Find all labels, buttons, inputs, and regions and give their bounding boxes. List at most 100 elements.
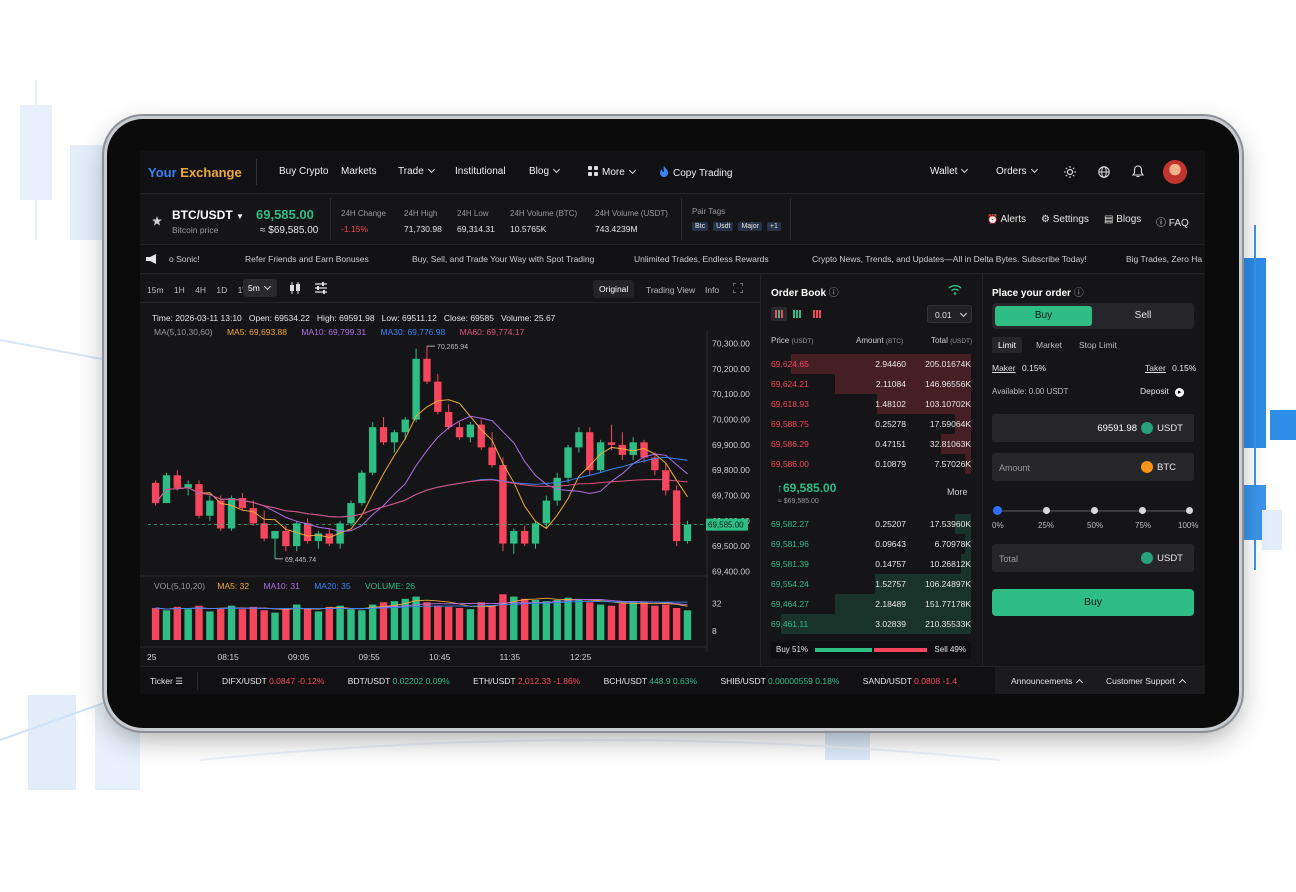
sell-tab[interactable]: Sell bbox=[1095, 306, 1191, 326]
volume-bar bbox=[151, 608, 160, 640]
tag[interactable]: Usdt bbox=[713, 222, 734, 231]
ticker-pair[interactable]: SHIB/USDT 0.00000559 0.18% bbox=[720, 676, 839, 686]
customer-support-link[interactable]: Customer Support bbox=[1106, 676, 1187, 687]
volume-bar bbox=[618, 603, 627, 640]
nav-buy-crypto[interactable]: Buy Crypto bbox=[279, 166, 328, 177]
mid-price-sub: ≈ $69,585.00 bbox=[778, 498, 819, 505]
sun-icon[interactable] bbox=[1064, 166, 1076, 178]
candle bbox=[586, 432, 594, 471]
price-input[interactable]: 69591.98 USDT bbox=[992, 414, 1194, 442]
submit-buy-button[interactable]: Buy bbox=[992, 589, 1194, 616]
settings-button[interactable]: ⚙ Settings bbox=[1041, 214, 1089, 225]
footer-links: Announcements Customer Support bbox=[995, 667, 1205, 694]
nav-trade[interactable]: Trade bbox=[398, 165, 435, 177]
asks-only-icon[interactable] bbox=[811, 307, 825, 321]
nav-more[interactable]: More bbox=[588, 166, 636, 178]
ticker-pair[interactable]: SAND/USDT 0.0808 -1.4 bbox=[863, 676, 957, 686]
nav-institutional[interactable]: Institutional bbox=[455, 166, 506, 177]
slider-mark[interactable] bbox=[1186, 507, 1193, 514]
volume-bar bbox=[586, 602, 594, 640]
ticker-toggle[interactable]: Ticker ☰ bbox=[150, 676, 183, 687]
bid-row[interactable]: 69,581.39 0.14757 10.26812K bbox=[771, 554, 981, 574]
nav-copy-trading[interactable]: Copy Trading bbox=[659, 166, 732, 179]
ask-row[interactable]: 69,624.21 2.11084 146.96556K bbox=[771, 374, 981, 394]
view-both-button[interactable] bbox=[771, 307, 787, 321]
total-unit: USDT bbox=[1141, 552, 1183, 564]
nav-orders[interactable]: Orders bbox=[996, 165, 1038, 177]
slider-mark[interactable] bbox=[1043, 507, 1050, 514]
candlestick-chart[interactable]: 70,300.00 70,200.00 70,100.00 70,000.00 69,9… bbox=[140, 274, 760, 666]
ticker-price: 0.02202 bbox=[392, 676, 424, 686]
ticker-pair[interactable]: BDT/USDT 0.02202 0.09% bbox=[348, 676, 450, 686]
ticker-item[interactable]: Big Trades, Zero Ha bbox=[1126, 254, 1202, 264]
tag-more[interactable]: +1 bbox=[766, 222, 781, 231]
bid-row[interactable]: 69,554.24 1.52757 106.24897K bbox=[771, 574, 981, 594]
avatar[interactable] bbox=[1163, 160, 1187, 184]
bids-only-icon[interactable] bbox=[791, 307, 805, 321]
ticker-pair[interactable]: ETH/USDT 2,012.33 -1.86% bbox=[473, 676, 580, 686]
candle bbox=[520, 530, 529, 544]
order-book-title-text: Order Book bbox=[771, 288, 827, 299]
ask-row[interactable]: 69,588.75 0.25278 17.59064K bbox=[771, 414, 981, 434]
row-price: 69,581.96 bbox=[771, 539, 809, 549]
ask-row[interactable]: 69,586.00 0.10879 7.57026K bbox=[771, 454, 981, 474]
candle bbox=[227, 498, 236, 529]
ticker-pair[interactable]: BCH/USDT 448.9 0.63% bbox=[604, 676, 697, 686]
brand-logo[interactable]: Your Exchange bbox=[148, 165, 242, 180]
nav-markets[interactable]: Markets bbox=[341, 166, 377, 177]
volume-bar bbox=[607, 605, 616, 640]
tag[interactable]: Btc bbox=[692, 222, 709, 231]
faq-button[interactable]: ⓘ FAQ bbox=[1156, 214, 1189, 229]
row-amount: 2.18489 bbox=[875, 599, 906, 609]
total-input[interactable]: Total USDT bbox=[992, 544, 1194, 572]
megaphone-icon bbox=[146, 254, 156, 264]
type-limit[interactable]: Limit bbox=[992, 337, 1022, 353]
blogs-button[interactable]: ▤ Blogs bbox=[1104, 214, 1141, 225]
ticker-pair[interactable]: DIFX/USDT 0.0847 -0.12% bbox=[222, 676, 324, 686]
alerts-label: Alerts bbox=[1000, 214, 1027, 225]
volume-bar bbox=[368, 604, 377, 640]
star-icon[interactable] bbox=[152, 216, 162, 226]
nav-blog[interactable]: Blog bbox=[529, 165, 561, 177]
bell-icon[interactable] bbox=[1132, 165, 1144, 178]
ticker-pair-name: SAND/USDT bbox=[862, 676, 912, 686]
ask-row[interactable]: 69,624.65 2.94460 205.01674K bbox=[771, 354, 981, 374]
deposit-button[interactable]: Deposit ▸ bbox=[1140, 386, 1185, 397]
candle bbox=[444, 411, 453, 428]
candle bbox=[488, 447, 496, 466]
alerts-button[interactable]: ⏰ Alerts bbox=[987, 214, 1026, 225]
ask-row[interactable]: 69,586.29 0.47151 32.81063K bbox=[771, 434, 981, 454]
slider-mark[interactable] bbox=[1139, 507, 1146, 514]
deposit-label: Deposit bbox=[1140, 386, 1169, 396]
bid-row[interactable]: 69,581.96 0.09643 6.70978K bbox=[771, 534, 981, 554]
ticker-item[interactable]: Refer Friends and Earn Bonuses bbox=[245, 254, 369, 264]
row-total: 146.96556K bbox=[925, 379, 971, 389]
more-button[interactable]: More bbox=[947, 487, 968, 497]
ticker-item[interactable]: Unlimited Trades, Endless Rewards bbox=[634, 254, 769, 264]
play-icon: ▸ bbox=[1175, 388, 1185, 397]
pair-selector[interactable]: BTC/USDT ▼ bbox=[172, 208, 244, 222]
ask-row[interactable]: 69,618.93 1.48102 103.10702K bbox=[771, 394, 981, 414]
precision-dropdown[interactable]: 0.01 bbox=[927, 305, 972, 323]
bid-row[interactable]: 69,461.11 3.02839 210.35533K bbox=[771, 614, 981, 634]
nav-wallet[interactable]: Wallet bbox=[930, 165, 969, 177]
row-amount: 0.25278 bbox=[875, 419, 906, 429]
bid-row[interactable]: 69,464.27 2.18489 151.77178K bbox=[771, 594, 981, 614]
row-price: 69,586.29 bbox=[771, 439, 809, 449]
type-market[interactable]: Market bbox=[1036, 340, 1062, 350]
slider-handle[interactable] bbox=[993, 506, 1002, 515]
ticker-item[interactable]: Buy, Sell, and Trade Your Way with Spot … bbox=[412, 254, 594, 264]
type-stop-limit[interactable]: Stop Limit bbox=[1079, 340, 1117, 350]
tag[interactable]: Major bbox=[738, 222, 762, 231]
ticker-item[interactable]: o Sonic! bbox=[169, 254, 200, 264]
slider-mark[interactable] bbox=[1091, 507, 1098, 514]
volume-bar bbox=[347, 609, 355, 640]
announcements-link[interactable]: Announcements bbox=[1011, 676, 1084, 687]
amount-input[interactable]: Amount BTC bbox=[992, 453, 1194, 481]
volume-ma20-line bbox=[155, 600, 688, 610]
percentage-slider[interactable]: 0% 25% 50% 75% 100% bbox=[992, 502, 1198, 530]
buy-tab[interactable]: Buy bbox=[995, 306, 1092, 326]
bid-row[interactable]: 69,582.27 0.25207 17.53960K bbox=[771, 514, 981, 534]
globe-icon[interactable] bbox=[1098, 166, 1110, 178]
ticker-item[interactable]: Crypto News, Trends, and Updates—All in … bbox=[812, 254, 1087, 264]
